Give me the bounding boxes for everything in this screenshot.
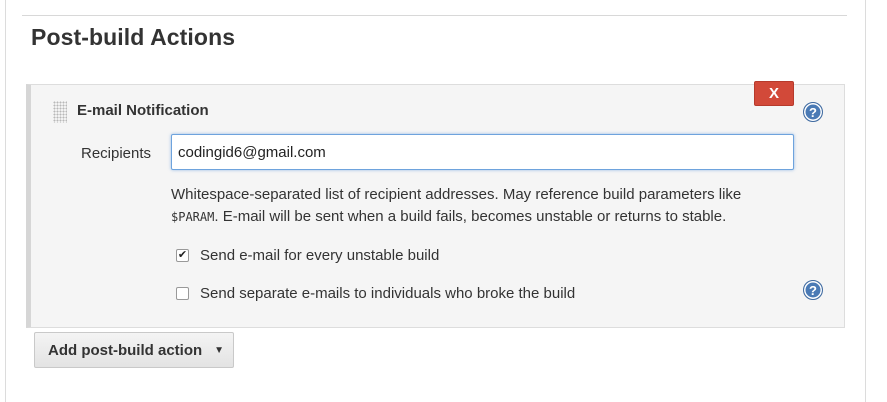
drag-handle-icon[interactable] [53,101,67,123]
unstable-build-checkbox[interactable]: ✔ [176,249,189,262]
help-text-code: $PARAM [171,210,215,224]
individuals-label[interactable]: Send separate e-mails to individuals who… [200,285,575,302]
individuals-checkbox[interactable] [176,287,189,300]
unstable-build-label[interactable]: Send e-mail for every unstable build [200,247,439,264]
recipients-help-text: Whitespace-separated list of recipient a… [171,184,811,228]
option-unstable-row: ✔ Send e-mail for every unstable build [176,247,439,264]
section-divider [22,15,847,16]
delete-step-button[interactable]: X [754,81,794,106]
add-post-build-action-button[interactable]: Add post-build action ▼ [34,332,234,368]
checkmark-icon: ✔ [177,249,188,261]
section-title: Post-build Actions [31,24,236,50]
chevron-down-icon: ▼ [214,344,225,356]
help-text-part1: Whitespace-separated list of recipient a… [171,186,742,203]
help-icon[interactable]: ? [803,280,823,300]
post-build-step-panel: E-mail Notification X ? Recipients White… [26,81,845,328]
help-icon[interactable]: ? [803,102,823,122]
option-individuals-row: Send separate e-mails to individuals who… [176,285,575,302]
help-text-part2: . E-mail will be sent when a build fails… [214,208,727,225]
recipients-label: Recipients [81,145,152,162]
recipients-input[interactable] [171,134,794,170]
add-action-label: Add post-build action [48,341,203,359]
step-title: E-mail Notification [77,102,209,119]
